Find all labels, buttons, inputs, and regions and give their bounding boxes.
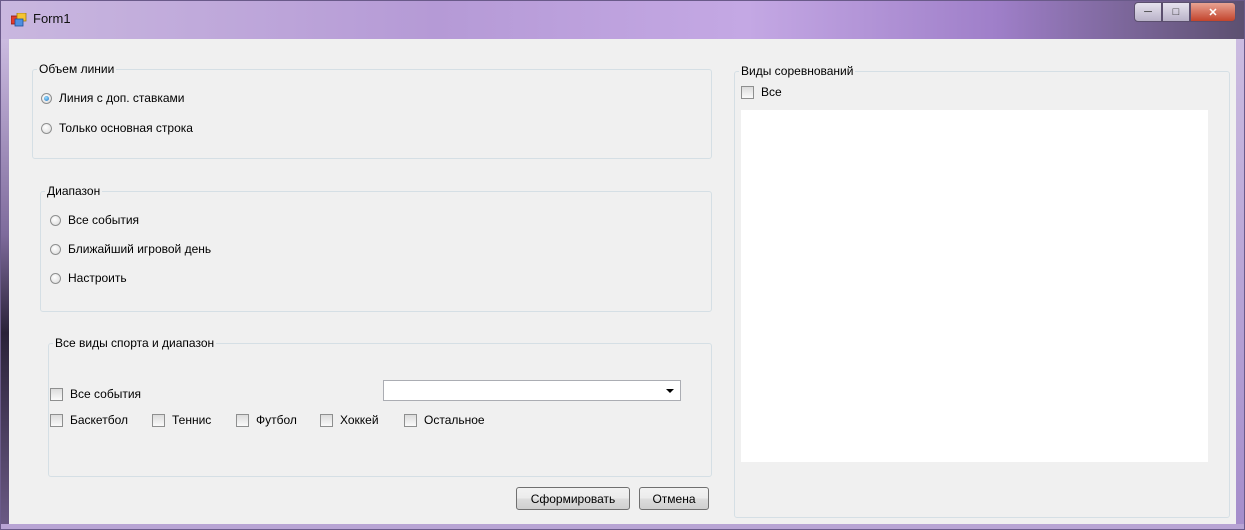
chevron-down-icon[interactable] <box>666 389 674 393</box>
radio-main-line-only[interactable]: Только основная строка <box>41 121 193 135</box>
window-border-right <box>1236 39 1244 529</box>
sports-group: Все виды спорта и диапазон Все события Б… <box>48 336 712 477</box>
checkbox-label: Хоккей <box>340 413 379 427</box>
generate-button[interactable]: Сформировать <box>516 487 630 510</box>
radio-label: Линия с доп. ставками <box>59 91 185 105</box>
window-title: Form1 <box>33 11 71 26</box>
checkbox-basketball[interactable]: Баскетбол <box>50 413 128 427</box>
checkbox[interactable] <box>50 387 63 401</box>
maximize-icon: □ <box>1172 6 1180 18</box>
checkbox-label: Теннис <box>172 413 212 427</box>
competitions-list[interactable] <box>741 110 1208 462</box>
title-bar[interactable]: Form1 ─ □ ✕ <box>1 1 1244 39</box>
close-icon: ✕ <box>1208 6 1218 19</box>
radio-button[interactable] <box>50 214 61 226</box>
radio-label: Настроить <box>68 271 127 285</box>
checkbox[interactable] <box>152 413 165 427</box>
form-app-icon <box>11 13 27 27</box>
client-area: Объем линии Линия с доп. ставками Только… <box>9 39 1236 524</box>
checkbox[interactable] <box>50 413 63 427</box>
range-legend: Диапазон <box>47 184 101 198</box>
line-volume-group: Объем линии Линия с доп. ставками Только… <box>32 62 712 159</box>
close-button[interactable]: ✕ <box>1190 2 1236 22</box>
radio-label: Только основная строка <box>59 121 193 135</box>
sports-legend: Все виды спорта и диапазон <box>55 336 215 350</box>
checkbox[interactable] <box>320 413 333 427</box>
checkbox-tennis[interactable]: Теннис <box>152 413 211 427</box>
window-border-left <box>1 39 9 529</box>
minimize-button[interactable]: ─ <box>1134 2 1162 22</box>
checkbox-football[interactable]: Футбол <box>236 413 297 427</box>
checkbox-all-competitions[interactable]: Все <box>741 85 782 99</box>
checkbox-all-events[interactable]: Все события <box>50 387 141 401</box>
radio-label: Все события <box>68 213 140 227</box>
radio-button[interactable] <box>50 243 61 255</box>
checkbox-label: Остальное <box>424 413 485 427</box>
checkbox-other[interactable]: Остальное <box>404 413 485 427</box>
checkbox-label: Все <box>761 85 782 99</box>
radio-nearest-game-day[interactable]: Ближайший игровой день <box>50 242 211 256</box>
range-combobox[interactable] <box>383 380 681 401</box>
checkbox-hockey[interactable]: Хоккей <box>320 413 379 427</box>
range-group: Диапазон Все события Ближайший игровой д… <box>40 184 712 312</box>
competitions-legend: Виды соревнований <box>741 64 854 78</box>
window-border-bottom <box>1 524 1244 529</box>
radio-customize[interactable]: Настроить <box>50 271 127 285</box>
window-controls: ─ □ ✕ <box>1134 2 1236 24</box>
main-window: Form1 ─ □ ✕ Объем линии Линия с доп. ста… <box>0 0 1245 530</box>
minimize-icon: ─ <box>1144 6 1152 18</box>
cancel-button[interactable]: Отмена <box>639 487 709 510</box>
checkbox[interactable] <box>404 413 417 427</box>
radio-button-checked[interactable] <box>41 92 52 104</box>
radio-label: Ближайший игровой день <box>68 242 212 256</box>
radio-line-with-extra-bets[interactable]: Линия с доп. ставками <box>41 91 184 105</box>
competitions-group: Виды соревнований Все <box>734 64 1230 518</box>
checkbox[interactable] <box>236 413 249 427</box>
maximize-button[interactable]: □ <box>1162 2 1190 22</box>
line-volume-legend: Объем линии <box>39 62 115 76</box>
checkbox-label: Баскетбол <box>70 413 128 427</box>
radio-button[interactable] <box>50 272 61 284</box>
radio-button[interactable] <box>41 122 52 134</box>
checkbox-label: Футбол <box>256 413 297 427</box>
radio-all-events[interactable]: Все события <box>50 213 139 227</box>
checkbox-label: Все события <box>70 387 142 401</box>
checkbox[interactable] <box>741 85 754 99</box>
